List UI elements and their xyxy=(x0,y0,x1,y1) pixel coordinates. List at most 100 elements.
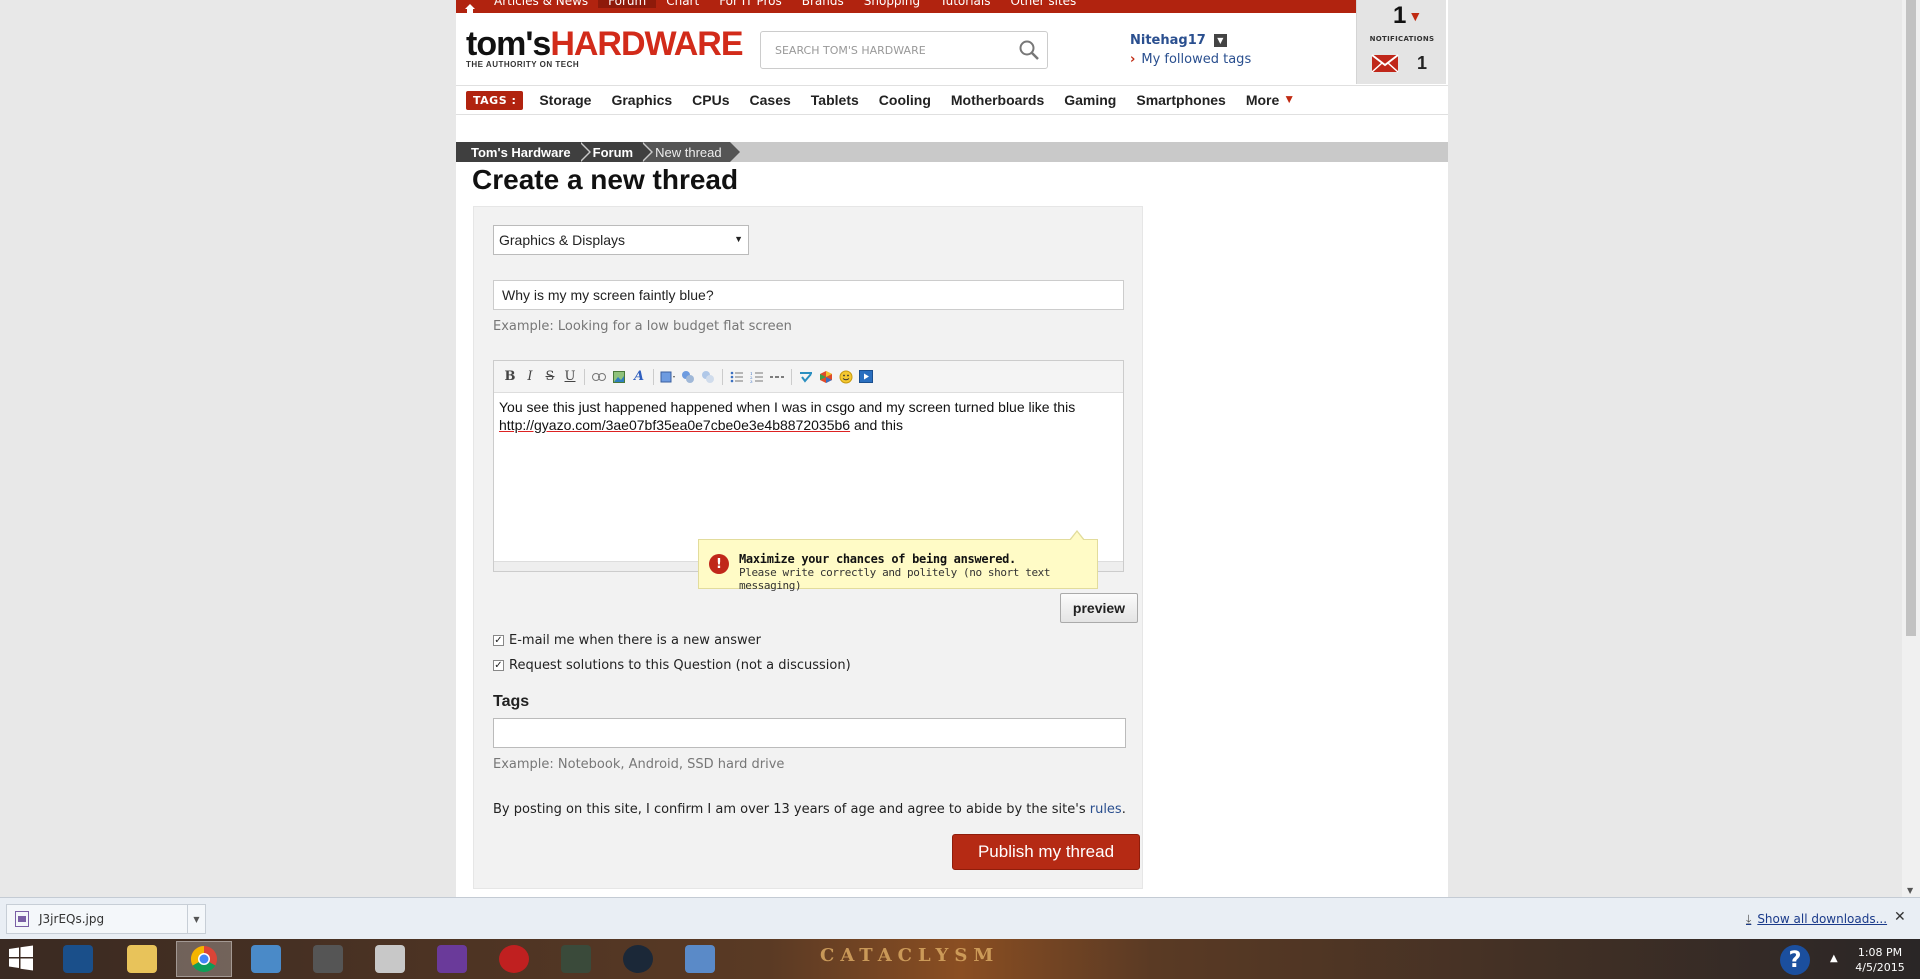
followed-tags-link[interactable]: My followed tags xyxy=(1141,52,1251,67)
topnav-tutorials[interactable]: Tutorials xyxy=(930,0,1000,8)
system-clock[interactable]: 1:08 PM 4/5/2015 xyxy=(1850,945,1910,975)
bold-icon[interactable]: B xyxy=(500,367,520,387)
gamepad-icon[interactable] xyxy=(362,941,418,977)
topnav-other-sites[interactable]: Other sites xyxy=(1000,0,1086,8)
cpu-tool-icon[interactable] xyxy=(424,941,480,977)
media-icon[interactable] xyxy=(856,367,876,387)
toolbar-separator xyxy=(791,368,792,385)
spellcheck-icon[interactable] xyxy=(796,367,816,387)
control-panel-icon[interactable] xyxy=(672,941,728,977)
thread-title-value: Why is my my screen faintly blue? xyxy=(502,287,714,303)
tip-title: Maximize your chances of being answered. xyxy=(739,552,1016,566)
request-solutions-checkbox[interactable]: ✓ xyxy=(493,660,504,671)
title-example-hint: Example: Looking for a low budget flat s… xyxy=(493,319,792,334)
message-body-text[interactable]: You see this just happened happened when… xyxy=(494,393,1123,439)
notification-count: 1 xyxy=(1393,2,1407,29)
topnav-shopping[interactable]: Shopping xyxy=(854,0,930,8)
tray-expand-icon[interactable]: ▲ xyxy=(1830,953,1838,964)
search-input[interactable]: SEARCH TOM'S HARDWARE xyxy=(760,31,1048,69)
clock-date: 4/5/2015 xyxy=(1855,961,1905,974)
video-editor-icon[interactable] xyxy=(300,941,356,977)
paint-icon[interactable] xyxy=(238,941,294,977)
download-menu-arrow-icon[interactable]: ▼ xyxy=(187,904,205,934)
game-launcher-icon[interactable] xyxy=(486,941,542,977)
preview-button[interactable]: preview xyxy=(1060,593,1138,623)
request-solutions-option[interactable]: ✓ Request solutions to this Question (no… xyxy=(493,658,851,673)
tag-cpus[interactable]: CPUs xyxy=(682,92,739,108)
email-notify-label: E-mail me when there is a new answer xyxy=(509,633,762,648)
numbered-list-icon[interactable]: 123 xyxy=(747,367,767,387)
tag-tablets[interactable]: Tablets xyxy=(801,92,869,108)
notifications-label: NOTIFICATIONS xyxy=(1369,35,1435,43)
tag-motherboards[interactable]: Motherboards xyxy=(941,92,1054,108)
italic-icon[interactable]: I xyxy=(520,367,540,387)
topnav-articles[interactable]: Articles & News xyxy=(484,0,598,8)
file-explorer-icon[interactable] xyxy=(114,941,170,977)
search-icon[interactable] xyxy=(1011,39,1047,61)
color-icon[interactable] xyxy=(816,367,836,387)
underline-icon[interactable]: U xyxy=(560,367,580,387)
toolbar-separator xyxy=(653,368,654,385)
horizontal-rule-icon[interactable] xyxy=(767,367,787,387)
chrome-icon[interactable] xyxy=(176,941,232,977)
help-icon[interactable]: ? xyxy=(1780,945,1810,975)
user-dropdown-icon[interactable]: ▼ xyxy=(1213,34,1227,47)
rules-link[interactable]: rules xyxy=(1090,802,1122,817)
email-notify-option[interactable]: ✓ E-mail me when there is a new answer xyxy=(493,633,761,648)
bullet-list-icon[interactable] xyxy=(727,367,747,387)
username-link[interactable]: Nitehag17 xyxy=(1130,33,1206,48)
tag-smartphones[interactable]: Smartphones xyxy=(1126,92,1235,108)
windows-start-icon[interactable] xyxy=(8,945,38,973)
topnav-forum[interactable]: Forum xyxy=(598,0,657,8)
breadcrumb-toms-hardware[interactable]: Tom's Hardware xyxy=(456,142,591,162)
new-thread-form: Graphics & Displays ▼ Why is my my scree… xyxy=(473,206,1143,889)
tags-input[interactable] xyxy=(493,718,1126,748)
consent-period: . xyxy=(1121,802,1126,817)
chevron-right-icon: › xyxy=(1130,52,1136,67)
email-notify-checkbox[interactable]: ✓ xyxy=(493,635,504,646)
text-style-icon[interactable]: A xyxy=(629,367,649,387)
toolbar-separator xyxy=(584,368,585,385)
show-all-downloads-link[interactable]: ⤓ Show all downloads... xyxy=(1746,912,1887,927)
taskbar-app-1-icon[interactable] xyxy=(50,941,106,977)
smiley-icon[interactable] xyxy=(836,367,856,387)
tag-storage[interactable]: Storage xyxy=(529,92,601,108)
tags-more-menu[interactable]: More ▼ xyxy=(1236,92,1305,108)
request-solutions-label: Request solutions to this Question (not … xyxy=(509,658,851,673)
tag-cases[interactable]: Cases xyxy=(740,92,801,108)
site-logo[interactable]: tom'sHARDWARE THE AUTHORITY ON TECH xyxy=(466,27,744,69)
page-scrollbar[interactable]: ▼ xyxy=(1902,0,1920,897)
publish-thread-button[interactable]: Publish my thread xyxy=(952,834,1140,870)
home-icon[interactable] xyxy=(456,0,484,13)
link-icon[interactable] xyxy=(589,367,609,387)
page-column: Articles & News Forum Chart For IT Pros … xyxy=(456,0,1448,897)
mail-icon[interactable] xyxy=(1371,52,1401,78)
audio-app-icon[interactable] xyxy=(548,941,604,977)
spoiler-icon[interactable] xyxy=(678,367,698,387)
scroll-down-arrow-icon[interactable]: ▼ xyxy=(1907,886,1913,895)
quote-icon[interactable] xyxy=(658,367,678,387)
thread-title-input[interactable]: Why is my my screen faintly blue? xyxy=(493,280,1124,310)
topnav-chart[interactable]: Chart xyxy=(656,0,709,8)
category-select[interactable]: Graphics & Displays ▼ xyxy=(493,225,749,255)
notifications-panel[interactable]: 1 ▼ NOTIFICATIONS 1 xyxy=(1356,0,1446,84)
topnav-brands[interactable]: Brands xyxy=(792,0,854,8)
info-icon: ! xyxy=(709,554,729,574)
tags-label: TAGS : xyxy=(466,90,524,110)
scrollbar-thumb[interactable] xyxy=(1906,0,1916,636)
site-header: tom'sHARDWARE THE AUTHORITY ON TECH SEAR… xyxy=(456,13,1356,85)
image-icon[interactable] xyxy=(609,367,629,387)
show-all-downloads-label: Show all downloads... xyxy=(1757,912,1888,926)
download-arrow-icon: ⤓ xyxy=(1746,912,1752,926)
tag-gaming[interactable]: Gaming xyxy=(1054,92,1126,108)
download-item[interactable]: J3jrEQs.jpg ▼ xyxy=(6,904,206,934)
tag-cooling[interactable]: Cooling xyxy=(869,92,941,108)
strikethrough-icon[interactable]: S xyxy=(540,367,560,387)
tag-graphics[interactable]: Graphics xyxy=(601,92,682,108)
message-line-2: and this xyxy=(850,417,904,433)
code-icon[interactable] xyxy=(698,367,718,387)
close-download-shelf-icon[interactable]: ✕ xyxy=(1894,909,1906,925)
tags-bar: TAGS : Storage Graphics CPUs Cases Table… xyxy=(456,85,1448,115)
steam-icon[interactable] xyxy=(610,941,666,977)
topnav-it-pros[interactable]: For IT Pros xyxy=(709,0,792,8)
